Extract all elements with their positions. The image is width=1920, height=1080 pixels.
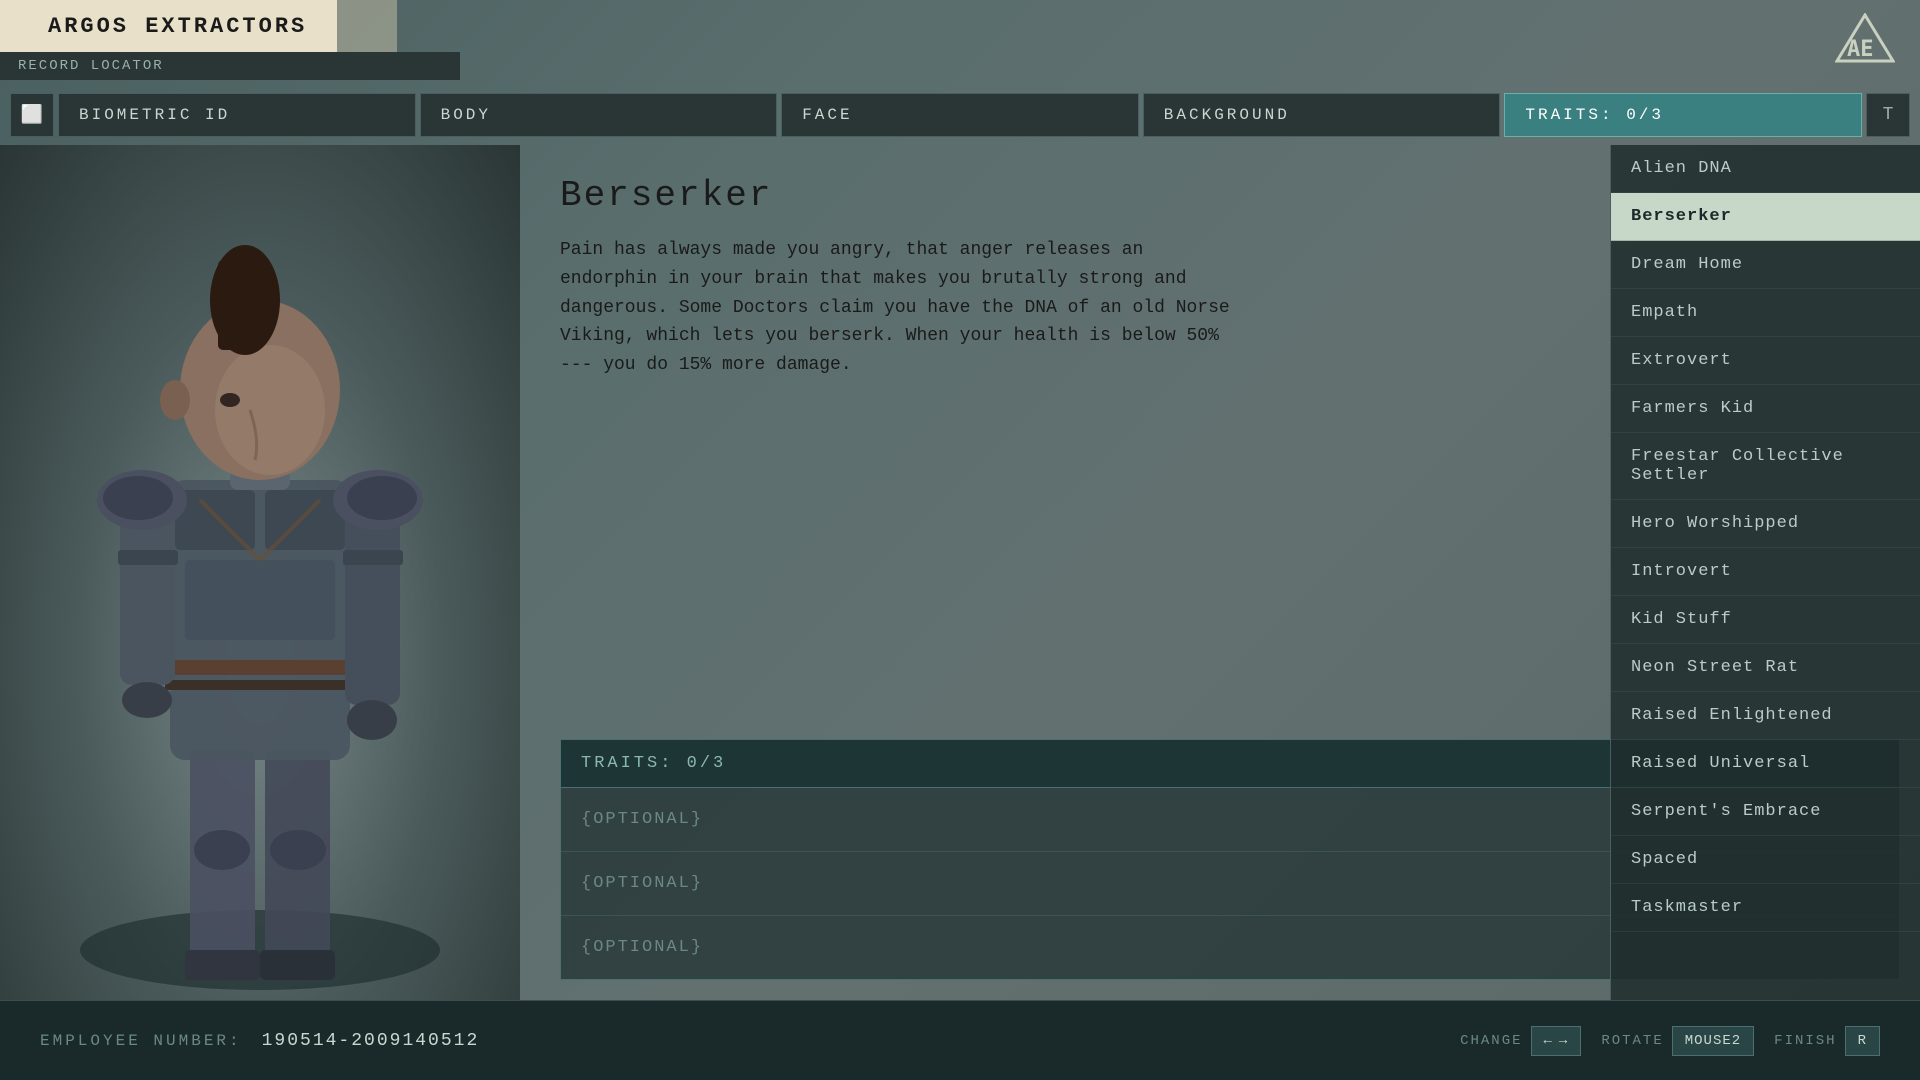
svg-text:AE: AE [1847, 37, 1874, 62]
change-key-group[interactable]: ← → [1531, 1026, 1582, 1056]
tab-biometric-label: BIOMETRIC ID [79, 106, 230, 124]
trait-list-item-introvert[interactable]: Introvert [1611, 548, 1920, 596]
bottom-actions: CHANGE ← → ROTATE MOUSE2 FINISH R [1460, 1026, 1880, 1056]
finish-key[interactable]: R [1845, 1026, 1880, 1056]
nav-left-icon: ⬜ [21, 104, 43, 126]
trait-list-item-serpents-embrace[interactable]: Serpent's Embrace [1611, 788, 1920, 836]
rotate-key[interactable]: MOUSE2 [1672, 1026, 1754, 1056]
record-locator: RECORD LOCATOR [0, 52, 460, 80]
logo: AE [1830, 8, 1900, 68]
header-top: ARGOS EXTRACTORS AE [0, 0, 1920, 52]
tab-traits[interactable]: TRAITS: 0/3 [1504, 93, 1862, 137]
change-label: CHANGE [1460, 1033, 1522, 1049]
tab-face-label: FACE [802, 106, 852, 124]
tab-background[interactable]: BACKGROUND [1143, 93, 1501, 137]
trait-list-item-raised-enlightened[interactable]: Raised Enlightened [1611, 692, 1920, 740]
tab-biometric[interactable]: BIOMETRIC ID [58, 93, 416, 137]
change-key-left[interactable]: ← [1544, 1033, 1553, 1049]
character-area [0, 145, 520, 1000]
trait-list-item-farmers-kid[interactable]: Farmers Kid [1611, 385, 1920, 433]
employee-label: EMPLOYEE NUMBER: [40, 1032, 242, 1050]
tab-body-label: BODY [441, 106, 491, 124]
trait-list-item-berserker[interactable]: Berserker [1611, 193, 1920, 241]
trait-slot-3-label: {OPTIONAL} [581, 938, 703, 957]
bottom-bar: EMPLOYEE NUMBER: 190514-2009140512 CHANG… [0, 1000, 1920, 1080]
trait-list-item-taskmaster[interactable]: Taskmaster [1611, 884, 1920, 932]
trait-list-item-raised-universal[interactable]: Raised Universal [1611, 740, 1920, 788]
trait-list-item-empath[interactable]: Empath [1611, 289, 1920, 337]
rotate-label: ROTATE [1601, 1033, 1663, 1049]
rotate-action-group: ROTATE MOUSE2 [1601, 1026, 1754, 1056]
rotate-key-label: MOUSE2 [1685, 1033, 1741, 1049]
app-title: ARGOS EXTRACTORS [18, 0, 337, 52]
trait-description: Pain has always made you angry, that ang… [560, 236, 1240, 380]
trait-slot-1-label: {OPTIONAL} [581, 810, 703, 829]
finish-key-label: R [1858, 1033, 1867, 1049]
tab-background-label: BACKGROUND [1164, 106, 1290, 124]
nav-left-button[interactable]: ⬜ [10, 93, 54, 137]
tab-traits-label: TRAITS: 0/3 [1525, 106, 1664, 124]
trait-list-panel[interactable]: Alien DNABerserkerDream HomeEmpathExtrov… [1610, 145, 1920, 1000]
main-content: Berserker Pain has always made you angry… [0, 145, 1920, 1000]
header: ARGOS EXTRACTORS AE RECORD LOCATOR [0, 0, 1920, 95]
nav-tabs: ⬜ BIOMETRIC ID BODY FACE BACKGROUND TRAI… [0, 90, 1920, 140]
character-portrait [0, 145, 520, 1000]
trait-list-item-kid-stuff[interactable]: Kid Stuff [1611, 596, 1920, 644]
change-key-right[interactable]: → [1559, 1033, 1568, 1049]
finish-label: FINISH [1774, 1033, 1836, 1049]
tab-body[interactable]: BODY [420, 93, 778, 137]
finish-action-group: FINISH R [1774, 1026, 1880, 1056]
ae-logo-icon: AE [1835, 13, 1895, 63]
trait-list-item-alien-dna[interactable]: Alien DNA [1611, 145, 1920, 193]
trait-list-item-extrovert[interactable]: Extrovert [1611, 337, 1920, 385]
nav-right-button[interactable]: T [1866, 93, 1910, 137]
character-svg [0, 145, 520, 1000]
trait-list-item-hero-worshipped[interactable]: Hero Worshipped [1611, 500, 1920, 548]
change-action-group: CHANGE ← → [1460, 1026, 1581, 1056]
trait-list-item-spaced[interactable]: Spaced [1611, 836, 1920, 884]
nav-right-icon: T [1883, 105, 1894, 125]
trait-list-item-neon-street-rat[interactable]: Neon Street Rat [1611, 644, 1920, 692]
employee-number: 190514-2009140512 [262, 1031, 480, 1051]
title-indicator [0, 0, 18, 52]
trait-list-item-dream-home[interactable]: Dream Home [1611, 241, 1920, 289]
app-title-bar: ARGOS EXTRACTORS [0, 0, 397, 52]
trait-slot-2-label: {OPTIONAL} [581, 874, 703, 893]
trait-list-item-freestar-collective-settler[interactable]: Freestar Collective Settler [1611, 433, 1920, 500]
tab-face[interactable]: FACE [781, 93, 1139, 137]
title-extension [337, 0, 397, 52]
